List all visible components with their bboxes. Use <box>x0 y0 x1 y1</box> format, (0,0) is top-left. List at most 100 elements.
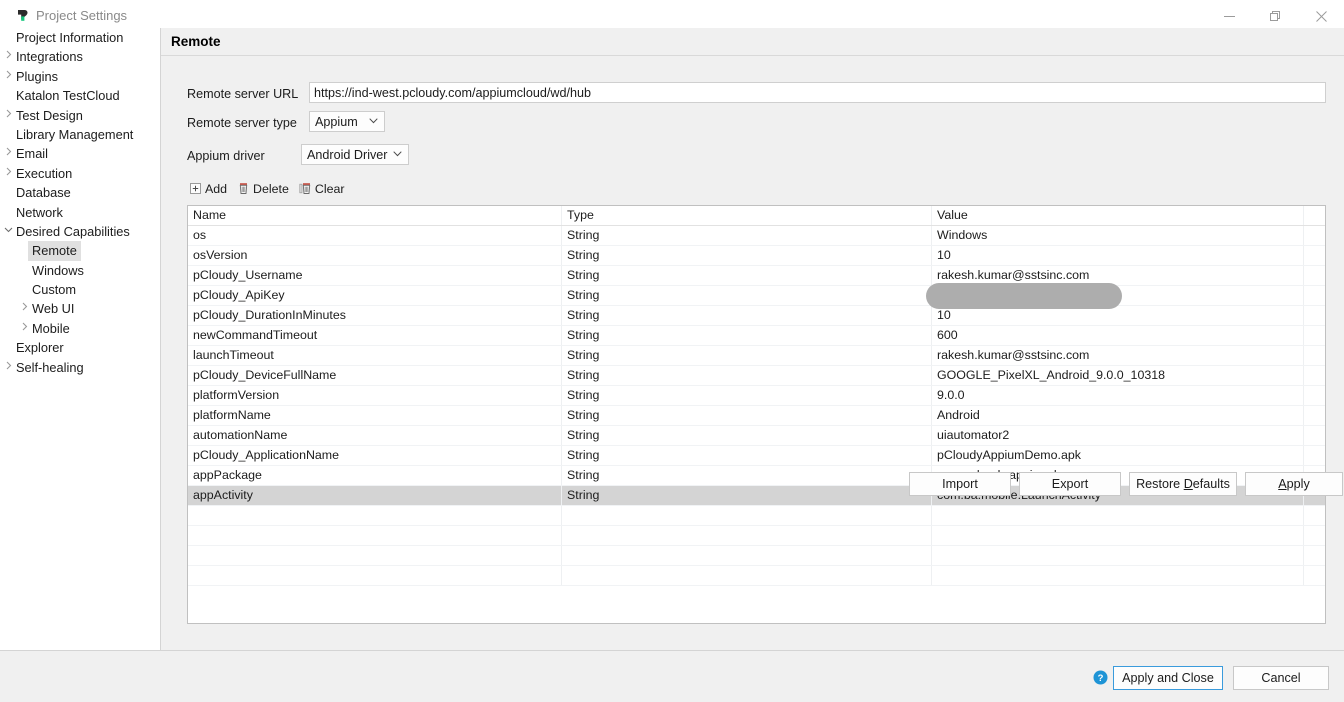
capability-type-cell[interactable]: String <box>562 246 932 265</box>
table-row[interactable]: launchTimeoutStringrakesh.kumar@sstsinc.… <box>188 346 1325 366</box>
capability-value-cell[interactable]: Windows <box>932 226 1304 245</box>
chevron-right-icon[interactable] <box>0 144 16 163</box>
capability-name-cell[interactable] <box>188 506 562 525</box>
capability-value-cell[interactable]: Android <box>932 406 1304 425</box>
sidebar-item-desired-capabilities[interactable]: Desired Capabilities <box>0 222 159 241</box>
capability-type-cell[interactable]: String <box>562 366 932 385</box>
delete-button[interactable]: Delete <box>235 181 293 197</box>
chevron-right-icon[interactable] <box>0 106 16 125</box>
capability-name-cell[interactable]: osVersion <box>188 246 562 265</box>
capability-type-cell[interactable]: String <box>562 446 932 465</box>
help-icon[interactable]: ? <box>1093 670 1108 685</box>
sidebar-item-self-healing[interactable]: Self-healing <box>0 358 159 377</box>
chevron-right-icon[interactable] <box>16 299 32 318</box>
capability-name-cell[interactable]: launchTimeout <box>188 346 562 365</box>
apply-button[interactable]: Apply <box>1245 472 1343 496</box>
capability-type-cell[interactable]: String <box>562 286 932 305</box>
capability-type-cell[interactable]: String <box>562 326 932 345</box>
remote-server-url-input[interactable] <box>309 82 1326 103</box>
sidebar-item-katalon-testcloud[interactable]: Katalon TestCloud <box>0 86 159 105</box>
sidebar-item-integrations[interactable]: Integrations <box>0 47 159 66</box>
sidebar-item-library-management[interactable]: Library Management <box>0 125 159 144</box>
column-header-value[interactable]: Value <box>932 206 1304 225</box>
table-row[interactable]: osStringWindows <box>188 226 1325 246</box>
chevron-right-icon[interactable] <box>0 47 16 66</box>
capability-type-cell[interactable]: String <box>562 426 932 445</box>
table-row[interactable]: automationNameStringuiautomator2 <box>188 426 1325 446</box>
table-row[interactable]: pCloudy_DurationInMinutesString10 <box>188 306 1325 326</box>
sidebar-item-execution[interactable]: Execution <box>0 164 159 183</box>
capability-value-cell[interactable]: 10 <box>932 246 1304 265</box>
capability-name-cell[interactable]: appActivity <box>188 486 562 505</box>
capability-name-cell[interactable] <box>188 566 562 585</box>
chevron-right-icon[interactable] <box>16 319 32 338</box>
capability-value-cell[interactable]: GOOGLE_PixelXL_Android_9.0.0_10318 <box>932 366 1304 385</box>
capability-value-cell[interactable] <box>932 546 1304 565</box>
sidebar-item-network[interactable]: Network <box>0 203 159 222</box>
column-header-type[interactable]: Type <box>562 206 932 225</box>
sidebar-item-test-design[interactable]: Test Design <box>0 106 159 125</box>
capability-name-cell[interactable]: pCloudy_DurationInMinutes <box>188 306 562 325</box>
column-header-name[interactable]: Name <box>188 206 562 225</box>
table-row[interactable]: platformVersionString9.0.0 <box>188 386 1325 406</box>
capability-value-cell[interactable] <box>932 566 1304 585</box>
chevron-right-icon[interactable] <box>0 67 16 86</box>
capability-type-cell[interactable] <box>562 526 932 545</box>
sidebar-item-custom[interactable]: Custom <box>0 280 159 299</box>
table-row[interactable] <box>188 546 1325 566</box>
settings-tree[interactable]: Project InformationIntegrationsPluginsKa… <box>0 28 159 650</box>
capability-name-cell[interactable]: platformName <box>188 406 562 425</box>
add-button[interactable]: Add <box>187 181 231 197</box>
capability-value-cell[interactable]: pCloudyAppiumDemo.apk <box>932 446 1304 465</box>
capability-name-cell[interactable]: pCloudy_Username <box>188 266 562 285</box>
capability-value-cell[interactable]: 9.0.0 <box>932 386 1304 405</box>
capability-name-cell[interactable]: pCloudy_ApplicationName <box>188 446 562 465</box>
capability-value-cell[interactable]: 600 <box>932 326 1304 345</box>
capability-type-cell[interactable]: String <box>562 306 932 325</box>
desired-capabilities-table[interactable]: NameTypeValueosStringWindowsosVersionStr… <box>187 205 1326 624</box>
capability-name-cell[interactable]: platformVersion <box>188 386 562 405</box>
capability-name-cell[interactable]: appPackage <box>188 466 562 485</box>
column-header-blank[interactable] <box>1304 206 1325 225</box>
table-row[interactable]: newCommandTimeoutString600 <box>188 326 1325 346</box>
capability-name-cell[interactable]: pCloudy_DeviceFullName <box>188 366 562 385</box>
chevron-down-icon[interactable] <box>0 222 16 241</box>
capability-type-cell[interactable] <box>562 566 932 585</box>
cancel-button[interactable]: Cancel <box>1233 666 1329 690</box>
sidebar-item-web-ui[interactable]: Web UI <box>0 299 159 318</box>
capability-name-cell[interactable]: newCommandTimeout <box>188 326 562 345</box>
capability-value-cell[interactable]: rakesh.kumar@sstsinc.com <box>932 346 1304 365</box>
capability-type-cell[interactable]: String <box>562 406 932 425</box>
capability-value-cell[interactable]: uiautomator2 <box>932 426 1304 445</box>
table-row[interactable]: pCloudy_ApplicationNameStringpCloudyAppi… <box>188 446 1325 466</box>
capability-name-cell[interactable]: automationName <box>188 426 562 445</box>
sidebar-item-remote[interactable]: Remote <box>0 241 159 260</box>
sidebar-item-explorer[interactable]: Explorer <box>0 338 159 357</box>
appium-driver-select[interactable]: Android Driver <box>301 144 409 165</box>
chevron-right-icon[interactable] <box>0 358 16 377</box>
table-row[interactable]: pCloudy_ApiKeyString <box>188 286 1325 306</box>
sidebar-item-email[interactable]: Email <box>0 144 159 163</box>
capability-value-cell[interactable] <box>932 506 1304 525</box>
table-row[interactable] <box>188 566 1325 586</box>
capability-name-cell[interactable] <box>188 546 562 565</box>
sidebar-item-mobile[interactable]: Mobile <box>0 319 159 338</box>
capability-type-cell[interactable]: String <box>562 226 932 245</box>
export-button[interactable]: Export <box>1019 472 1121 496</box>
capability-name-cell[interactable]: os <box>188 226 562 245</box>
capability-type-cell[interactable]: String <box>562 266 932 285</box>
capability-type-cell[interactable] <box>562 506 932 525</box>
capability-name-cell[interactable] <box>188 526 562 545</box>
table-row[interactable]: pCloudy_DeviceFullNameStringGOOGLE_Pixel… <box>188 366 1325 386</box>
restore-defaults-button[interactable]: Restore Defaults <box>1129 472 1237 496</box>
import-button[interactable]: Import <box>909 472 1011 496</box>
sidebar-item-database[interactable]: Database <box>0 183 159 202</box>
sidebar-item-windows[interactable]: Windows <box>0 261 159 280</box>
table-row[interactable]: osVersionString10 <box>188 246 1325 266</box>
sidebar-item-project-information[interactable]: Project Information <box>0 28 159 47</box>
sidebar-item-plugins[interactable]: Plugins <box>0 67 159 86</box>
capability-type-cell[interactable]: String <box>562 346 932 365</box>
capability-type-cell[interactable]: String <box>562 466 932 485</box>
apply-and-close-button[interactable]: Apply and Close <box>1113 666 1223 690</box>
clear-button[interactable]: Clear <box>297 181 349 197</box>
